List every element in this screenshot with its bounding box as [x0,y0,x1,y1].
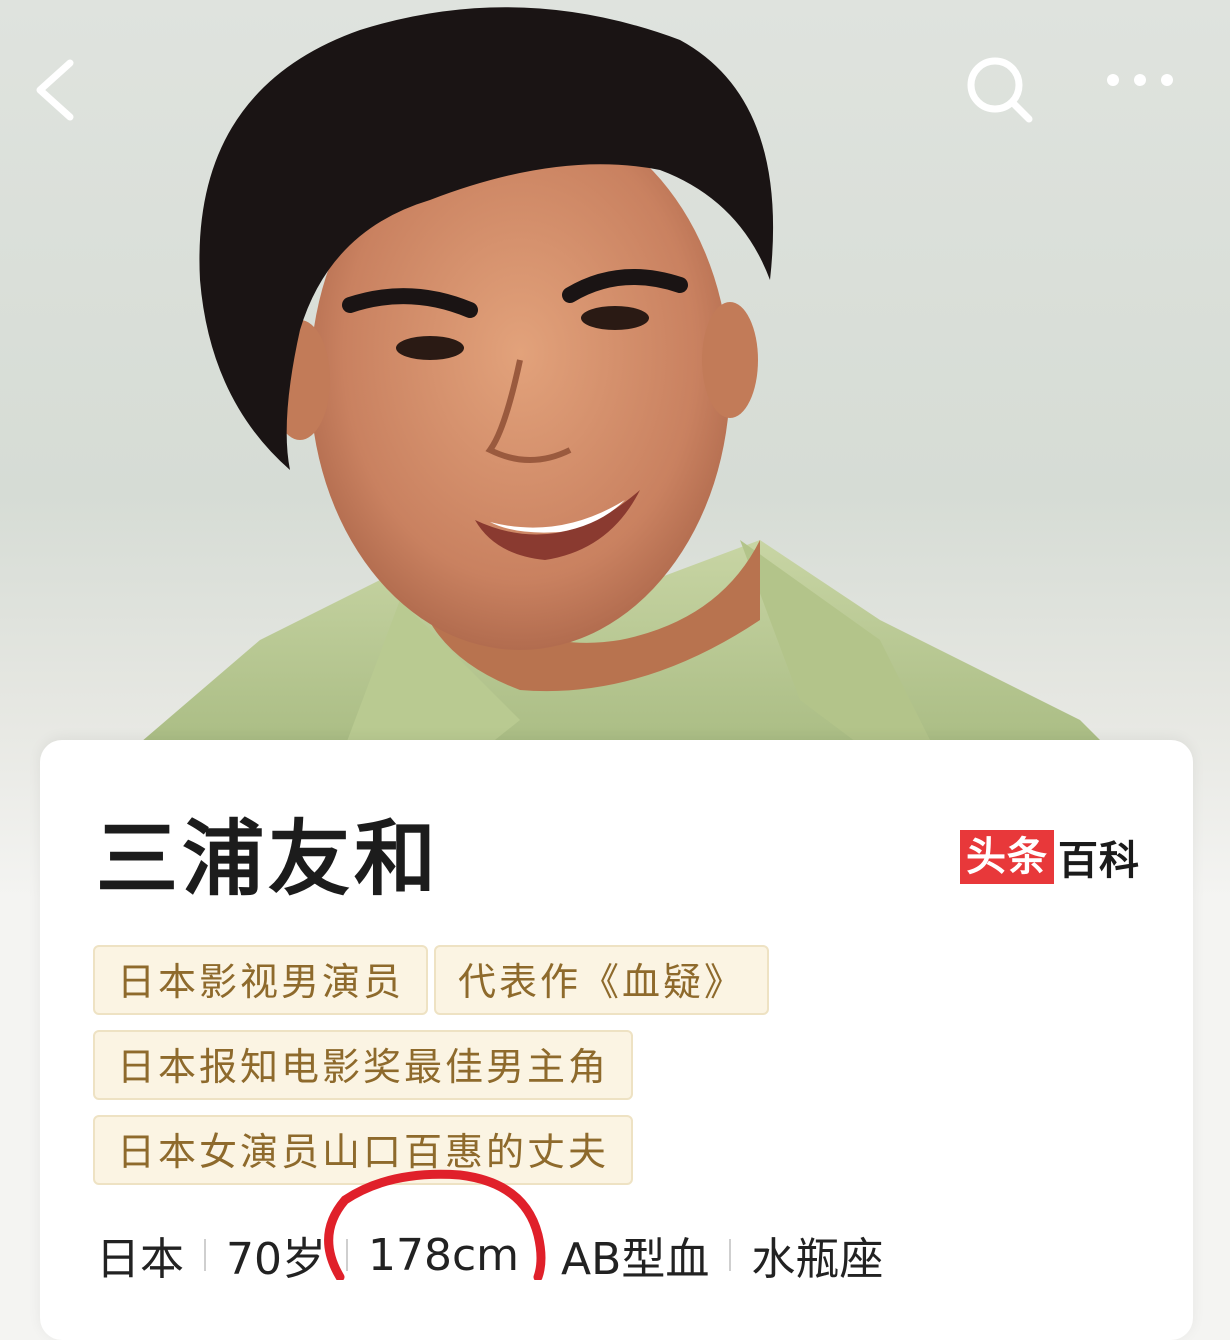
search-button[interactable] [965,55,1055,145]
toutiao-baike-logo: 头条 百科 [960,830,1140,884]
brand-logo-part1: 头条 [960,830,1054,884]
fact-blood-type: AB型血 [561,1234,710,1285]
fact-nationality: 日本 [96,1234,184,1285]
tag-chip[interactable]: 代表作《血疑》 [434,945,770,1015]
divider [204,1239,206,1271]
divider [729,1239,732,1271]
tag-chip[interactable]: 日本女演员山口百惠的丈夫 [93,1115,634,1185]
divider [346,1239,348,1271]
more-dots-icon [1107,74,1173,86]
person-name: 三浦友和 [96,812,441,907]
profile-card: 三浦友和 头条 百科 日本影视男演员 代表作《血疑》 日本报知电影奖最佳男主角 … [40,740,1193,1340]
more-button[interactable] [1105,70,1200,130]
chevron-left-icon [36,59,74,121]
search-icon [967,57,1033,123]
fact-age: 70岁 [226,1234,326,1285]
fact-height: 178cm [368,1229,520,1281]
divider [539,1239,542,1271]
brand-logo-part2: 百科 [1058,838,1140,884]
tag-chip[interactable]: 日本影视男演员 [93,945,429,1015]
tag-chip[interactable]: 日本报知电影奖最佳男主角 [93,1030,634,1100]
fact-zodiac: 水瓶座 [751,1234,884,1285]
back-button[interactable] [30,55,110,145]
